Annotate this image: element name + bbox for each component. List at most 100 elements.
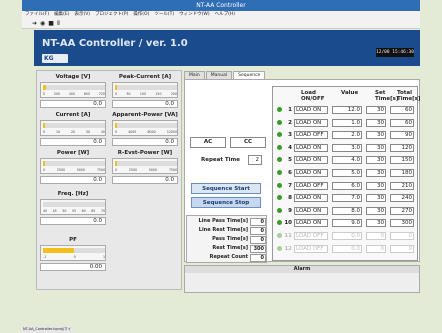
meter-pf-value: 0.00 <box>40 263 106 271</box>
step-value[interactable]: 5.0 <box>332 169 362 177</box>
step-value[interactable]: 0.0 <box>332 244 362 253</box>
step-set-time[interactable]: 30 <box>366 206 386 215</box>
cc-mode-selector[interactable]: CC <box>230 137 266 148</box>
tab-bar: Main Manual Sequence <box>184 71 266 79</box>
step-load-state[interactable]: LOAD OFF <box>294 244 328 253</box>
step-value[interactable]: 1.0 <box>332 118 362 127</box>
step-value[interactable]: 3.0 <box>332 143 362 152</box>
step-value[interactable]: 8.0 <box>332 206 362 215</box>
step-value[interactable]: 9.0 <box>332 219 362 228</box>
gauge-tick-label: 7500 <box>168 168 177 172</box>
step-indicator-icon <box>277 195 282 201</box>
header-set-time: Set Time[s] <box>375 90 399 102</box>
tab-manual[interactable]: Manual <box>205 71 233 79</box>
step-set-time[interactable]: 30 <box>366 181 386 190</box>
stop-icon[interactable]: ◉ <box>40 20 45 27</box>
sequence-stats: Line Pass Time[s] 0 Line Rest Time[s] 0 Pa… <box>186 215 267 263</box>
gauge-tick-label: 5000 <box>76 168 85 172</box>
stat-line-rest-time-value: 0 <box>250 227 266 235</box>
step-load-state[interactable]: LOAD ON <box>294 194 328 203</box>
meter-voltage-value: 0.0 <box>40 100 106 108</box>
step-load-state[interactable]: LOAD ON <box>294 219 328 228</box>
step-load-state[interactable]: LOAD ON <box>294 206 328 215</box>
step-set-time[interactable]: 30 <box>366 106 386 114</box>
step-value[interactable]: 6.0 <box>332 181 362 190</box>
step-indicator-icon <box>277 182 282 188</box>
step-set-time[interactable]: 30 <box>366 118 386 127</box>
step-row: 9 LOAD ON 8.0 30 270 <box>276 206 418 216</box>
step-row: 10 LOAD ON 9.0 30 300 <box>276 218 418 228</box>
step-set-time[interactable]: 30 <box>366 219 386 228</box>
gauge-tick-label: 8000 <box>147 130 156 134</box>
step-value[interactable]: 0.0 <box>332 232 362 240</box>
meter-current-gauge: 0 10 20 30 40 <box>40 120 106 136</box>
step-number: 11 <box>284 233 292 239</box>
step-set-time[interactable]: 30 <box>366 156 386 165</box>
meter-power-label: Power [W] <box>56 150 90 156</box>
step-load-state[interactable]: LOAD OFF <box>294 131 328 140</box>
stat-line-rest-time-label: Line Rest Time[s] <box>198 227 248 233</box>
gauge-tick-label: 600 <box>83 92 90 96</box>
gauge-tick-label: 200 <box>53 92 61 96</box>
step-set-time[interactable]: 30 <box>366 143 386 152</box>
step-load-state[interactable]: LOAD ON <box>294 143 328 152</box>
step-load-state[interactable]: LOAD ON <box>294 169 328 177</box>
menu-item-view[interactable]: 表示(V) <box>74 12 90 17</box>
menu-item-project[interactable]: プロジェクト(P) <box>95 12 128 17</box>
step-number: 9 <box>288 207 292 214</box>
step-row: 6 LOAD ON 5.0 30 180 <box>276 168 418 178</box>
step-load-state[interactable]: LOAD ON <box>294 156 328 165</box>
step-indicator-icon <box>277 144 282 150</box>
sequence-stop-button[interactable]: Sequence Stop <box>191 197 261 208</box>
menu-item-window[interactable]: ウィンドウ(W) <box>179 12 209 17</box>
step-total-time: 270 <box>390 206 414 215</box>
header-load-state: Load ON/OFF <box>301 90 325 102</box>
step-load-state[interactable]: LOAD OFF <box>294 232 328 240</box>
step-load-state[interactable]: LOAD OFF <box>294 181 328 190</box>
step-value[interactable]: 12.0 <box>332 106 362 114</box>
step-set-time[interactable]: 30 <box>366 194 386 203</box>
ac-mode-selector[interactable]: AC <box>190 137 226 148</box>
step-total-time: 90 <box>390 131 414 140</box>
step-number: 5 <box>288 157 292 164</box>
meter-peak-current-value: 0.0 <box>112 100 178 108</box>
menu-item-file[interactable]: ファイル(F) <box>25 12 49 17</box>
meter-power-gauge: 0 2500 5000 7500 <box>40 158 106 174</box>
step-set-time[interactable]: 30 <box>366 169 386 177</box>
step-value[interactable]: 2.0 <box>332 131 362 140</box>
menu-item-tools[interactable]: ツール(T) <box>154 12 174 17</box>
tab-sequence[interactable]: Sequence <box>233 71 266 79</box>
step-set-time[interactable]: 30 <box>366 131 386 140</box>
menu-item-operate[interactable]: 操作(O) <box>133 12 149 17</box>
run-arrow-icon[interactable]: ➜ <box>32 20 37 27</box>
step-load-state[interactable]: LOAD ON <box>294 118 328 127</box>
gauge-tick-label: 150 <box>155 92 162 96</box>
meter-current-label: Current [A] <box>55 112 91 118</box>
step-load-state[interactable]: LOAD ON <box>294 106 328 114</box>
sequence-start-button[interactable]: Sequence Start <box>191 183 261 194</box>
meter-pf-gauge: -1 0 1 <box>40 245 106 261</box>
gauge-tick-label: 0 <box>43 92 46 96</box>
tab-main[interactable]: Main <box>184 71 205 79</box>
header-value: Value <box>341 90 359 96</box>
abort-icon[interactable]: Ⅱ <box>57 20 60 27</box>
step-set-time[interactable]: 0 <box>366 232 386 240</box>
gauge-tick-label: 65 <box>91 209 96 213</box>
repeat-time-input[interactable]: 2 <box>248 155 262 165</box>
meter-power-value: 0.0 <box>40 176 106 184</box>
step-indicator-icon <box>277 107 282 112</box>
step-indicator-icon <box>277 132 282 138</box>
menu-item-edit[interactable]: 編集(E) <box>54 12 69 17</box>
menu-item-help[interactable]: ヘルプ(H) <box>215 12 235 17</box>
step-total-time: 0 <box>390 232 414 240</box>
step-value[interactable]: 4.0 <box>332 156 362 165</box>
step-value[interactable]: 7.0 <box>332 194 362 203</box>
step-number: 7 <box>288 182 292 189</box>
gauge-tick-label: 70 <box>100 209 105 213</box>
step-set-time[interactable]: 0 <box>366 244 386 253</box>
pause-icon[interactable]: ■ <box>48 20 54 27</box>
gauge-tick-label: 400 <box>68 92 75 96</box>
step-row: 7 LOAD OFF 6.0 30 210 <box>276 181 418 191</box>
gauge-tick-label: 0 <box>115 92 118 96</box>
step-row: 1 LOAD ON 12.0 30 60 <box>276 105 418 115</box>
